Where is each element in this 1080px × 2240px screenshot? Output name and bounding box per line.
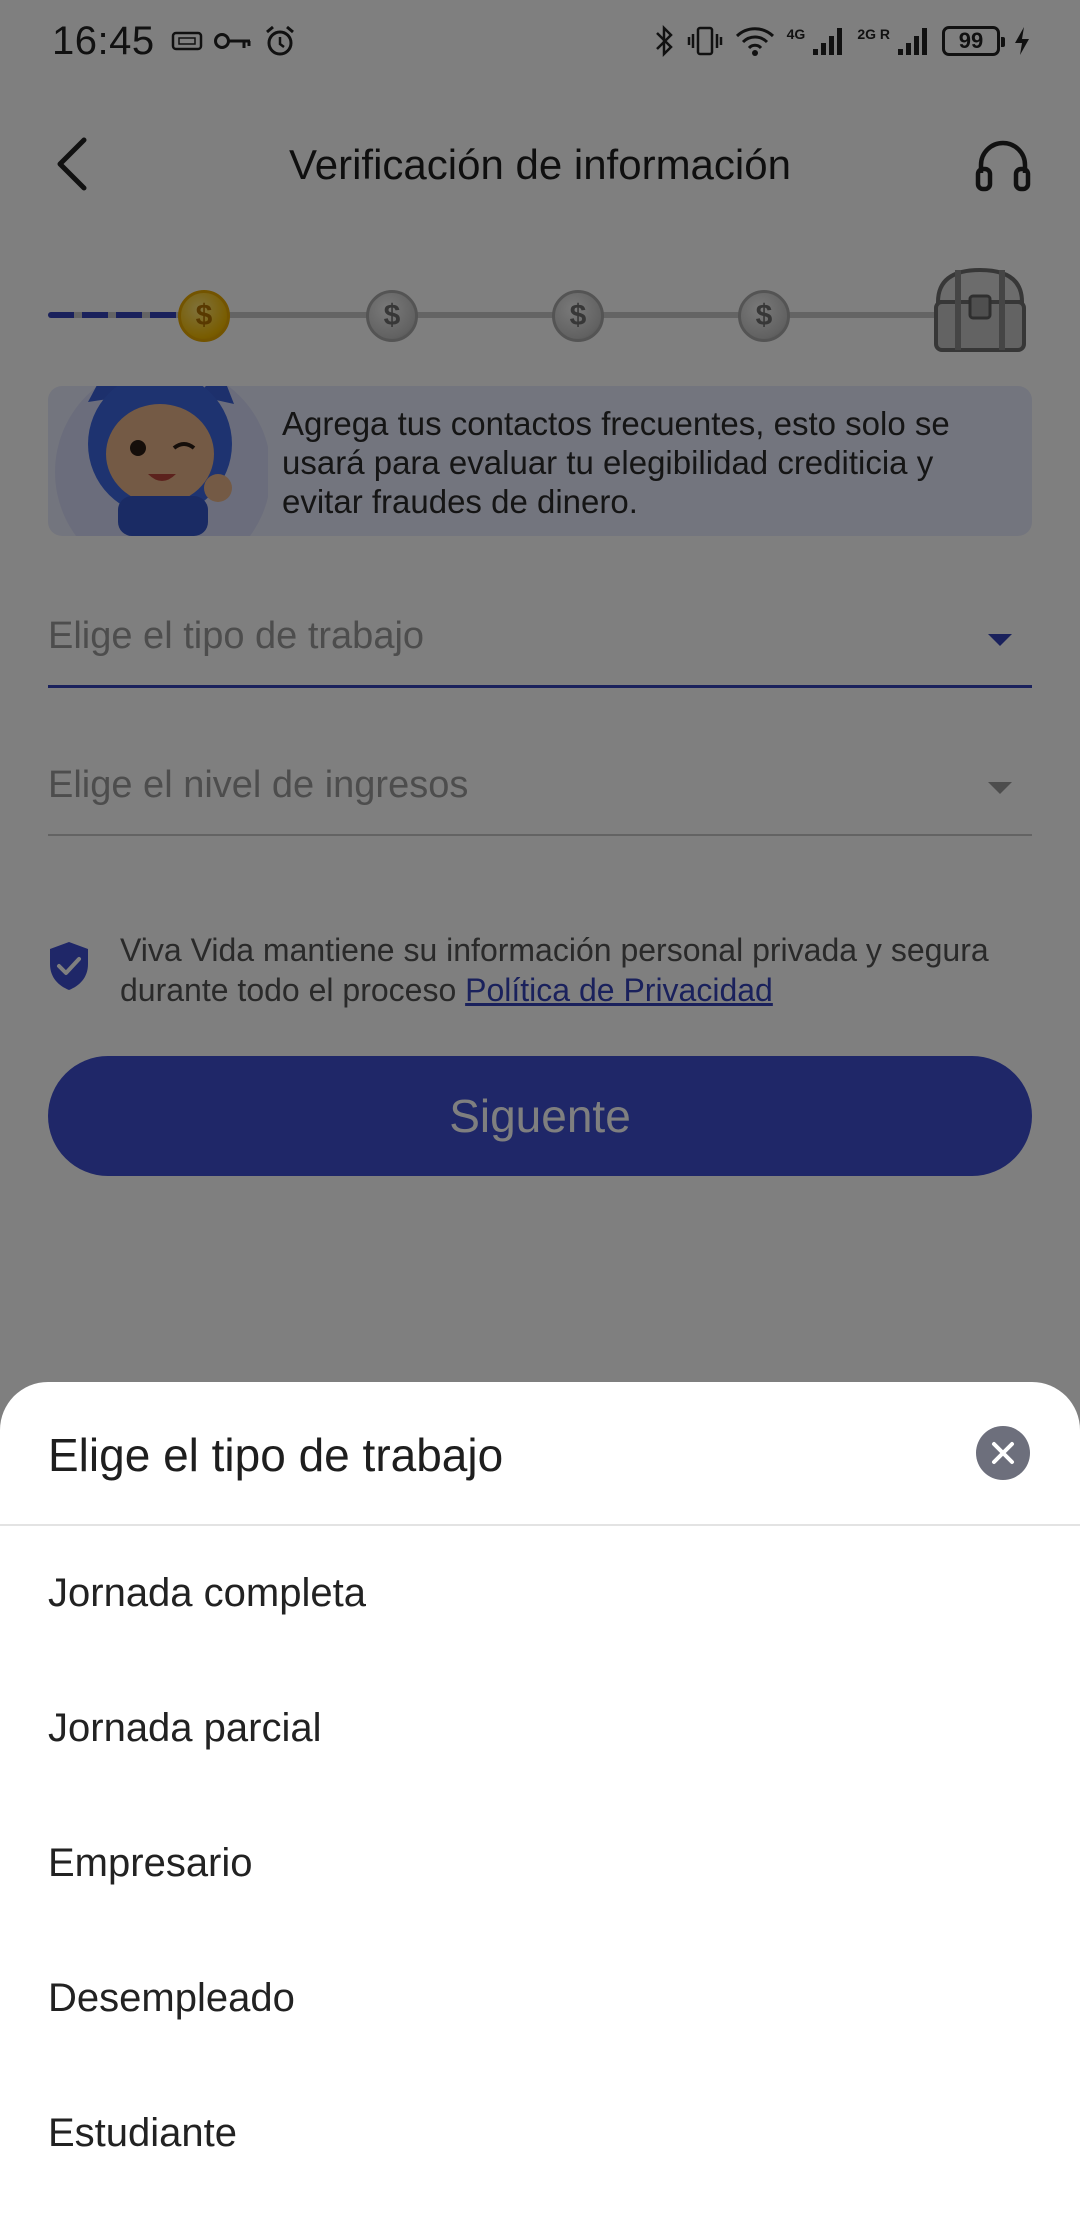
sheet-title: Elige el tipo de trabajo	[48, 1429, 504, 1481]
job-type-options: Jornada completa Jornada parcial Empresa…	[0, 1526, 1080, 2201]
option-item[interactable]: Estudiante	[0, 2066, 1080, 2201]
option-item[interactable]: Empresario	[0, 1796, 1080, 1931]
option-item[interactable]: Desempleado	[0, 1931, 1080, 2066]
job-type-sheet: Elige el tipo de trabajo Jornada complet…	[0, 1382, 1080, 2240]
close-button[interactable]	[976, 1426, 1030, 1480]
sheet-header: Elige el tipo de trabajo	[0, 1382, 1080, 1526]
close-icon	[992, 1442, 1014, 1464]
option-item[interactable]: Jornada parcial	[0, 1661, 1080, 1796]
option-item[interactable]: Jornada completa	[0, 1526, 1080, 1661]
